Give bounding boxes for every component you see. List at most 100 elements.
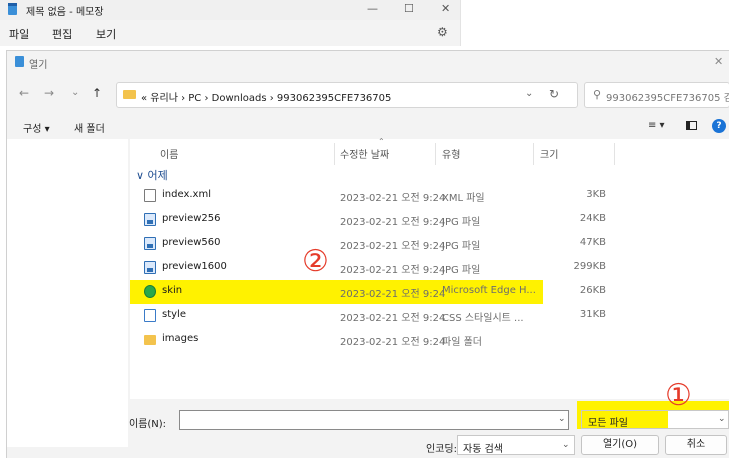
file-type: XML 파일 — [442, 193, 485, 204]
sort-arrow-icon: ⌃ — [378, 137, 385, 146]
dialog-title: 열기 — [29, 60, 48, 71]
filename-input[interactable]: ⌄ — [179, 410, 569, 430]
file-type: CSS 스타일시트 ... — [442, 313, 524, 324]
gear-icon[interactable]: ⚙ — [437, 25, 448, 39]
file-type: Microsoft Edge H... — [442, 285, 536, 296]
refresh-icon[interactable]: ↻ — [549, 87, 559, 101]
file-date: 2023-02-21 오전 9:24 — [340, 241, 446, 252]
file-name: preview560 — [162, 237, 221, 248]
command-bar: 구성 ▾ 새 폴더 ≡ ▾ ? — [7, 115, 729, 139]
file-size: 47KB — [579, 237, 606, 248]
address-path[interactable]: « 유리나 › PC › Downloads › 993062395CFE736… — [141, 89, 391, 104]
column-header-size[interactable]: 크기 — [540, 146, 558, 161]
css-file-icon — [144, 309, 156, 322]
column-divider[interactable] — [435, 143, 436, 165]
filename-label: 이름(N): — [129, 419, 167, 430]
encoding-select[interactable]: 자동 검색 ⌄ — [457, 435, 575, 455]
file-date: 2023-02-21 오전 9:24 — [340, 217, 446, 228]
open-dialog: 열기 ✕ ← → ⌄ ↑ « 유리나 › PC › Downloads › 99… — [6, 50, 729, 458]
file-name: index.xml — [162, 189, 211, 200]
image-file-icon — [144, 261, 156, 274]
column-header-name[interactable]: 이름 — [160, 146, 178, 161]
file-row[interactable]: style 2023-02-21 오전 9:24 CSS 스타일시트 ... 3… — [130, 304, 729, 328]
xml-file-icon — [144, 189, 156, 202]
notepad-icon — [15, 56, 24, 67]
maximize-button[interactable]: ☐ — [404, 2, 414, 15]
chevron-down-icon[interactable]: ⌄ — [718, 414, 726, 424]
file-date: 2023-02-21 오전 9:24 — [340, 313, 446, 324]
encoding-value: 자동 검색 — [463, 444, 503, 455]
preview-pane-icon[interactable] — [686, 121, 697, 130]
file-date: 2023-02-21 오전 9:24 — [340, 289, 446, 300]
column-divider[interactable] — [533, 143, 534, 165]
chevron-down-icon[interactable]: ⌄ — [525, 88, 533, 99]
file-date: 2023-02-21 오전 9:24 — [340, 265, 446, 276]
file-type-filter-highlight: 모든 파일 ⌄ — [577, 401, 729, 429]
filter-value: 모든 파일 — [588, 418, 628, 429]
column-divider[interactable] — [334, 143, 335, 165]
step-2-annotation: ② — [302, 244, 329, 279]
up-arrow-icon[interactable]: ↑ — [92, 86, 102, 100]
encoding-label: 인코딩: — [426, 444, 457, 455]
search-placeholder: 993062395CFE736705 검색 — [606, 93, 729, 104]
view-options-button[interactable]: ≡ ▾ — [648, 120, 665, 131]
address-bar[interactable]: « 유리나 › PC › Downloads › 993062395CFE736… — [116, 82, 578, 108]
file-type: JPG 파일 — [442, 265, 481, 276]
notepad-menubar: 파일 편집 보기 ⚙ — [0, 20, 461, 46]
back-arrow-icon[interactable]: ← — [19, 86, 29, 100]
menu-file[interactable]: 파일 — [9, 26, 29, 42]
dialog-footer: 이름(N): ⌄ 모든 파일 ⌄ ① 인코딩: 자동 검색 ⌄ 열기(O) 취소 — [7, 381, 729, 458]
file-name: preview256 — [162, 213, 221, 224]
file-name: skin — [162, 285, 183, 296]
notepad-titlebar: 제목 없음 - 메모장 — ☐ ✕ — [0, 0, 461, 20]
notepad-icon — [8, 3, 17, 15]
chevron-down-icon[interactable]: ⌄ — [558, 414, 566, 424]
minimize-button[interactable]: — — [367, 2, 378, 15]
search-input[interactable]: ⚲ 993062395CFE736705 검색 — [584, 82, 729, 108]
edge-html-file-icon — [144, 285, 156, 298]
file-type: 파일 폴더 — [442, 337, 482, 348]
file-row[interactable]: preview1600 2023-02-21 오전 9:24 JPG 파일 29… — [130, 256, 729, 280]
file-type: JPG 파일 — [442, 217, 481, 228]
file-row[interactable]: index.xml 2023-02-21 오전 9:24 XML 파일 3KB — [130, 184, 729, 208]
chevron-down-icon[interactable]: ⌄ — [562, 440, 570, 450]
dialog-close-button[interactable]: ✕ — [714, 55, 723, 68]
file-row[interactable]: preview560 2023-02-21 오전 9:24 JPG 파일 47K… — [130, 232, 729, 256]
new-folder-button[interactable]: 새 폴더 — [74, 120, 105, 135]
open-button[interactable]: 열기(O) — [581, 435, 659, 455]
cancel-button[interactable]: 취소 — [665, 435, 727, 455]
file-type: JPG 파일 — [442, 241, 481, 252]
file-name: style — [162, 309, 186, 320]
file-date: 2023-02-21 오전 9:24 — [340, 337, 446, 348]
menu-view[interactable]: 보기 — [96, 26, 116, 42]
dialog-titlebar: 열기 ✕ — [7, 51, 729, 73]
recent-locations-icon[interactable]: ⌄ — [71, 87, 79, 98]
file-row[interactable]: images 2023-02-21 오전 9:24 파일 폴더 — [130, 328, 729, 352]
close-button[interactable]: ✕ — [441, 2, 450, 15]
organize-button[interactable]: 구성 ▾ — [23, 120, 50, 135]
help-icon[interactable]: ? — [712, 119, 726, 133]
file-size: 26KB — [579, 285, 606, 296]
menu-edit[interactable]: 편집 — [52, 26, 72, 42]
file-size: 24KB — [579, 213, 606, 224]
image-file-icon — [144, 213, 156, 226]
file-row-selected[interactable]: skin 2023-02-21 오전 9:24 Microsoft Edge H… — [130, 280, 543, 304]
file-date: 2023-02-21 오전 9:24 — [340, 193, 446, 204]
file-size: 31KB — [579, 309, 606, 320]
column-divider[interactable] — [614, 143, 615, 165]
folder-icon — [144, 335, 156, 345]
forward-arrow-icon[interactable]: → — [44, 86, 54, 100]
column-header-date[interactable]: 수정한 날짜 — [340, 146, 389, 161]
file-type-filter[interactable]: 모든 파일 ⌄ — [581, 410, 729, 429]
step-1-annotation: ① — [665, 378, 692, 413]
group-header-yesterday[interactable]: ∨ 어제 — [136, 167, 168, 183]
file-name: preview1600 — [162, 261, 227, 272]
folder-icon — [123, 90, 136, 99]
image-file-icon — [144, 237, 156, 250]
file-row[interactable]: preview256 2023-02-21 오전 9:24 JPG 파일 24K… — [130, 208, 729, 232]
desktop-background — [461, 0, 729, 46]
notepad-title: 제목 없음 - 메모장 — [26, 7, 104, 18]
file-name: images — [162, 333, 199, 344]
column-header-type[interactable]: 유형 — [442, 146, 460, 161]
file-list: 이름 ⌃ 수정한 날짜 유형 크기 ∨ 어제 index.xml 2023-02… — [130, 137, 729, 399]
